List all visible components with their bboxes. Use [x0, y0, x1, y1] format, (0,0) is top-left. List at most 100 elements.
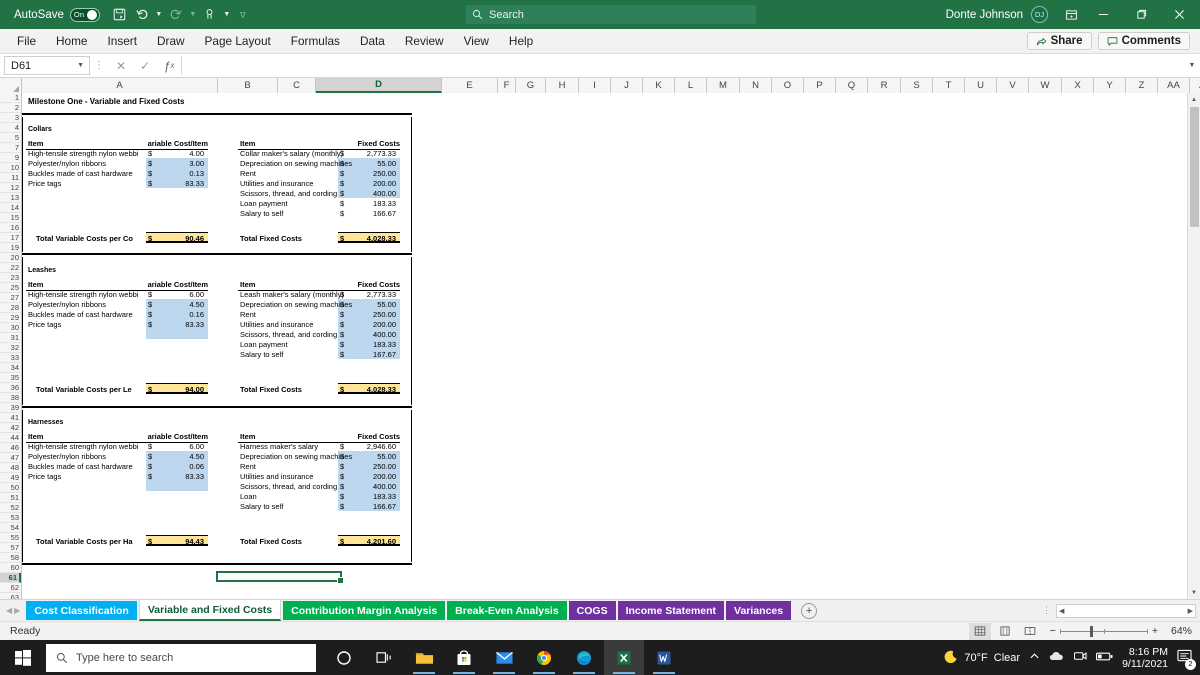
row-header-41[interactable]: 41 — [0, 413, 21, 423]
zoom-level[interactable]: 64% — [1162, 625, 1192, 637]
row-header-52[interactable]: 52 — [0, 503, 21, 513]
row-header-48[interactable]: 48 — [0, 463, 21, 473]
notification-center-icon[interactable]: 2 — [1177, 649, 1196, 670]
row-header-22[interactable]: 22 — [0, 263, 21, 273]
tab-insert[interactable]: Insert — [98, 31, 146, 51]
row-header-2[interactable]: 2 — [0, 103, 21, 113]
ribbon-display-options-icon[interactable] — [1058, 0, 1084, 29]
row-header-17[interactable]: 17 — [0, 233, 21, 243]
close-button[interactable] — [1160, 0, 1198, 29]
row-header-44[interactable]: 44 — [0, 433, 21, 443]
tab-formulas[interactable]: Formulas — [282, 31, 349, 51]
row-header-12[interactable]: 12 — [0, 183, 21, 193]
normal-view-icon[interactable] — [968, 622, 991, 640]
edge-icon[interactable] — [564, 640, 604, 675]
start-button[interactable] — [0, 640, 46, 675]
row-header-20[interactable]: 20 — [0, 253, 21, 263]
undo-dropdown-icon[interactable]: ▼ — [154, 4, 164, 26]
row-header-53[interactable]: 53 — [0, 513, 21, 523]
row-header-50[interactable]: 50 — [0, 483, 21, 493]
cancel-icon[interactable]: ✕ — [109, 56, 133, 76]
column-header-I[interactable]: I — [579, 78, 611, 93]
touch-mode-icon[interactable] — [200, 4, 220, 26]
row-header-33[interactable]: 33 — [0, 353, 21, 363]
restore-button[interactable] — [1122, 0, 1160, 29]
sheet-tab-cogs[interactable]: COGS — [568, 601, 616, 620]
column-header-G[interactable]: G — [516, 78, 546, 93]
tab-view[interactable]: View — [455, 31, 498, 51]
avatar[interactable]: DJ — [1031, 6, 1048, 23]
row-header-27[interactable]: 27 — [0, 293, 21, 303]
row-header-51[interactable]: 51 — [0, 493, 21, 503]
column-header-V[interactable]: V — [997, 78, 1029, 93]
row-header-34[interactable]: 34 — [0, 363, 21, 373]
zoom-slider[interactable]: − + 64% — [1050, 625, 1192, 637]
tab-draw[interactable]: Draw — [148, 31, 194, 51]
taskbar-search-input[interactable]: Type here to search — [46, 643, 316, 672]
row-header-61[interactable]: 61 — [0, 573, 21, 583]
file-explorer-icon[interactable] — [404, 640, 444, 675]
row-header-1[interactable]: 1 — [0, 93, 21, 103]
scroll-up-icon[interactable]: ▲ — [1188, 93, 1200, 106]
scroll-down-icon[interactable]: ▼ — [1188, 586, 1200, 599]
page-layout-icon[interactable] — [994, 623, 1016, 640]
row-header-7[interactable]: 7 — [0, 143, 21, 153]
row-header-4[interactable]: 4 — [0, 123, 21, 133]
row-header-32[interactable]: 32 — [0, 343, 21, 353]
vertical-scroll-thumb[interactable] — [1189, 107, 1199, 227]
scroll-split-handle[interactable]: ⋮ — [1042, 605, 1052, 616]
row-header-35[interactable]: 35 — [0, 373, 21, 383]
selected-cell-D61[interactable] — [216, 571, 344, 584]
column-header-T[interactable]: T — [933, 78, 965, 93]
row-header-11[interactable]: 11 — [0, 173, 21, 183]
row-header-5[interactable]: 5 — [0, 133, 21, 143]
column-header-P[interactable]: P — [804, 78, 836, 93]
row-header-46[interactable]: 46 — [0, 443, 21, 453]
sheet-tab-break-even-analysis[interactable]: Break-Even Analysis — [447, 601, 567, 620]
sheet-tab-contribution-margin-analysis[interactable]: Contribution Margin Analysis — [283, 601, 446, 620]
column-header-Q[interactable]: Q — [836, 78, 868, 93]
column-header-AA[interactable]: AA — [1158, 78, 1190, 93]
name-box-dropdown-icon[interactable]: ▼ — [77, 62, 84, 69]
row-header-49[interactable]: 49 — [0, 473, 21, 483]
sheet-tab-income-statement[interactable]: Income Statement — [617, 601, 725, 620]
formula-input[interactable] — [181, 56, 1184, 75]
row-header-38[interactable]: 38 — [0, 393, 21, 403]
cell-area[interactable]: Milestone One - Variable and Fixed Costs… — [22, 93, 1200, 599]
column-header-F[interactable]: F — [498, 78, 516, 93]
zoom-out-button[interactable]: − — [1050, 625, 1056, 637]
expand-formula-bar-icon[interactable]: ▼ — [1184, 56, 1200, 76]
column-header-K[interactable]: K — [643, 78, 675, 93]
row-header-9[interactable]: 9 — [0, 153, 21, 163]
row-header-29[interactable]: 29 — [0, 313, 21, 323]
column-header-O[interactable]: O — [772, 78, 804, 93]
name-box[interactable]: D61 ▼ — [4, 56, 90, 75]
row-header-30[interactable]: 30 — [0, 323, 21, 333]
column-header-Z[interactable]: Z — [1126, 78, 1158, 93]
search-input[interactable]: Search — [466, 5, 756, 24]
row-header-13[interactable]: 13 — [0, 193, 21, 203]
hscroll-right-icon[interactable]: ▶ — [1188, 607, 1193, 615]
tab-page-layout[interactable]: Page Layout — [196, 31, 280, 51]
column-header-M[interactable]: M — [707, 78, 740, 93]
row-header-60[interactable]: 60 — [0, 563, 21, 573]
onedrive-icon[interactable] — [1049, 650, 1065, 665]
save-icon[interactable] — [110, 4, 130, 26]
row-header-62[interactable]: 62 — [0, 583, 21, 593]
row-header-3[interactable]: 3 — [0, 113, 21, 123]
excel-icon[interactable] — [604, 640, 644, 675]
row-header-14[interactable]: 14 — [0, 203, 21, 213]
confirm-icon[interactable]: ✓ — [133, 56, 157, 76]
microsoft-store-icon[interactable] — [444, 640, 484, 675]
horizontal-scrollbar[interactable]: ◀ ▶ — [1056, 603, 1196, 618]
row-header-16[interactable]: 16 — [0, 223, 21, 233]
autosave-control[interactable]: AutoSave On — [14, 7, 100, 22]
hscroll-left-icon[interactable]: ◀ — [1059, 607, 1064, 615]
row-header-55[interactable]: 55 — [0, 533, 21, 543]
column-header-A[interactable]: A — [22, 78, 218, 93]
word-icon[interactable] — [644, 640, 684, 675]
row-header-63[interactable]: 63 — [0, 593, 21, 599]
row-header-39[interactable]: 39 — [0, 403, 21, 413]
weather-widget[interactable]: 70°F Clear — [943, 650, 1020, 665]
row-header-54[interactable]: 54 — [0, 523, 21, 533]
